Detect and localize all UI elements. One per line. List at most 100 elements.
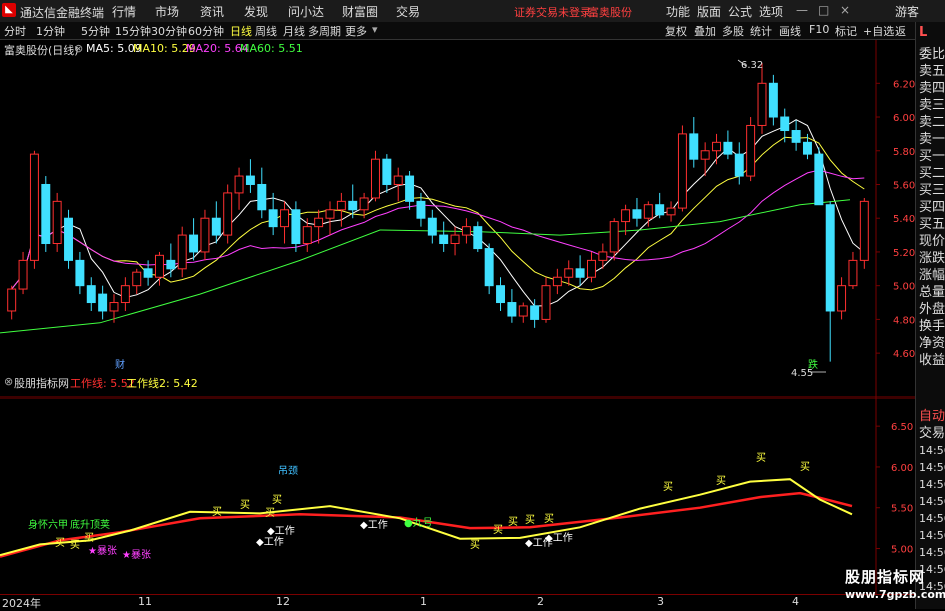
candle[interactable]: [64, 209, 74, 269]
tab-more[interactable]: 更多: [343, 23, 369, 39]
annotation-buy: 买: [55, 537, 65, 549]
panel-lower-item: 14:56: [919, 529, 945, 542]
annotation-gongzuo-2: ◆工作: [267, 525, 295, 537]
panel-lower-item: 14:56: [919, 546, 945, 559]
menu-wenxiaoda[interactable]: 问小达: [288, 3, 324, 20]
panel-item: 卖四: [919, 81, 945, 96]
tab-multi-period[interactable]: 多周期: [306, 23, 343, 39]
menu-caifuquan[interactable]: 财富圈: [342, 3, 378, 20]
annotation-buy: 买: [470, 539, 480, 551]
main-chart-title: 富奥股份(日线): [4, 44, 79, 57]
tab-tongji[interactable]: 统计: [748, 23, 774, 39]
tab-diejia[interactable]: 叠加: [692, 23, 718, 39]
indicator-tick: 5.50: [891, 504, 913, 515]
annotation-buy: 买: [800, 461, 810, 473]
candle[interactable]: [677, 125, 687, 212]
guest-label[interactable]: 游客: [895, 3, 919, 20]
panel-item: 净资: [919, 336, 945, 351]
close-button[interactable]: ×: [840, 3, 850, 17]
annotation-buy: 买: [663, 481, 673, 493]
menu-zixun[interactable]: 资讯: [200, 3, 224, 20]
tab-duogu[interactable]: 多股: [720, 23, 746, 39]
candle[interactable]: [746, 117, 756, 182]
more-dropdown-icon[interactable]: ▾: [370, 23, 380, 36]
annotation-buy: 买: [265, 507, 275, 519]
panel-item: 买三: [919, 183, 945, 198]
tab-5min[interactable]: 5分钟: [79, 23, 112, 39]
x-label-1: 1: [420, 595, 427, 608]
candle[interactable]: [41, 176, 51, 252]
candle[interactable]: [52, 192, 62, 252]
menu-shichang[interactable]: 市场: [155, 3, 179, 20]
event-marker-cai[interactable]: 财: [115, 358, 125, 371]
high-price-label: 6.32: [741, 60, 763, 71]
tab-biaoji[interactable]: 标记: [833, 23, 859, 39]
panel-lower-item: 14:56: [919, 512, 945, 525]
menu-gongneng[interactable]: 功能: [666, 3, 690, 20]
panel-lower-item: 14:56: [919, 461, 945, 474]
tab-huaxian[interactable]: 画线: [777, 23, 803, 39]
tab-fenshi[interactable]: 分时: [2, 23, 28, 39]
menu-banmian[interactable]: 版面: [697, 3, 721, 20]
price-tick: 4.60: [893, 349, 915, 360]
x-label-12: 12: [276, 595, 290, 608]
kline-chart[interactable]: 6.20 6.00 5.80 5.60 5.40 5.20 5.00 4.80 4.60 6.3…: [0, 40, 915, 398]
panel-lower-item[interactable]: 自动: [919, 408, 945, 425]
panel-lower-item: 交易: [919, 426, 945, 441]
tab-1min[interactable]: 1分钟: [34, 23, 67, 39]
candle[interactable]: [859, 197, 869, 269]
tab-daily[interactable]: 日线: [228, 23, 254, 39]
panel-top-icon[interactable]: L: [919, 24, 927, 41]
maximize-button[interactable]: □: [818, 3, 829, 17]
x-label-11: 11: [138, 595, 152, 608]
tab-fuquan[interactable]: 复权: [663, 23, 689, 39]
annotation-buy: 买: [272, 494, 282, 506]
panel-lower-item: 14:56: [919, 495, 945, 508]
panel-item: 买四: [919, 200, 945, 215]
tab-30min[interactable]: 30分钟: [149, 23, 189, 39]
menu-faxian[interactable]: 发现: [244, 3, 268, 20]
tab-weekly[interactable]: 周线: [253, 23, 279, 39]
x-label-2: 2: [537, 595, 544, 608]
panel-item: 现价: [919, 234, 945, 249]
panel-item: 卖五: [919, 64, 945, 79]
event-marker-die[interactable]: 跌: [808, 358, 818, 371]
work-line-1-legend: 工作线: 5.52: [70, 377, 135, 390]
panel-item: 卖三: [919, 98, 945, 113]
tab-f10[interactable]: F10: [807, 23, 831, 36]
candle[interactable]: [223, 184, 233, 244]
panel-item: 外盘: [919, 302, 945, 317]
watermark-url: www.7gpzb.com: [845, 588, 945, 601]
annotation-buy: 买: [716, 475, 726, 487]
menu-jiaoyi[interactable]: 交易: [396, 3, 420, 20]
ma60-legend: MA60: 5.51: [240, 42, 303, 55]
panel-item: 收益: [919, 353, 945, 368]
legend-toggle-icon[interactable]: ⊗: [74, 42, 83, 55]
x-label-4: 4: [792, 595, 799, 608]
annotation-buy: 买: [756, 452, 766, 464]
annotation-gongzuo-1: ◆工作: [256, 536, 284, 548]
indicator-chart[interactable]: 6.506.005.505.00 吊颈身怀六甲 底升顶荚★暴张 ★暴张◆工作◆工作◆…: [0, 398, 915, 594]
panel-lower-item: 14:56: [919, 444, 945, 457]
candle[interactable]: [29, 150, 39, 269]
tab-monthly[interactable]: 月线: [281, 23, 307, 39]
annotation-buy: 买: [508, 516, 518, 528]
annotation-gongzuo-3: ◆工作: [360, 519, 388, 531]
menu-xuanxiang[interactable]: 选项: [759, 3, 783, 20]
indicator-toggle-icon[interactable]: ⊗: [4, 375, 13, 388]
panel-lower-item: 14:56: [919, 478, 945, 491]
tab-15min[interactable]: 15分钟: [113, 23, 153, 39]
annotation-shenhuai: 身怀六甲: [28, 518, 68, 531]
panel-item: 换手: [919, 319, 945, 334]
menu-hangqing[interactable]: 行情: [112, 3, 136, 20]
login-warning[interactable]: 证券交易未登录: [514, 4, 591, 20]
tab-add-watchlist[interactable]: +自选: [861, 23, 896, 39]
annotation-gongzuo-5: ◆工作: [545, 532, 573, 544]
annotation-buy: 买: [70, 539, 80, 551]
minimize-button[interactable]: —: [796, 3, 808, 17]
tab-60min[interactable]: 60分钟: [186, 23, 226, 39]
panel-item: 涨跌: [919, 251, 945, 266]
menu-gongshi[interactable]: 公式: [728, 3, 752, 20]
candle[interactable]: [814, 147, 824, 206]
price-tick: 6.00: [893, 113, 915, 124]
